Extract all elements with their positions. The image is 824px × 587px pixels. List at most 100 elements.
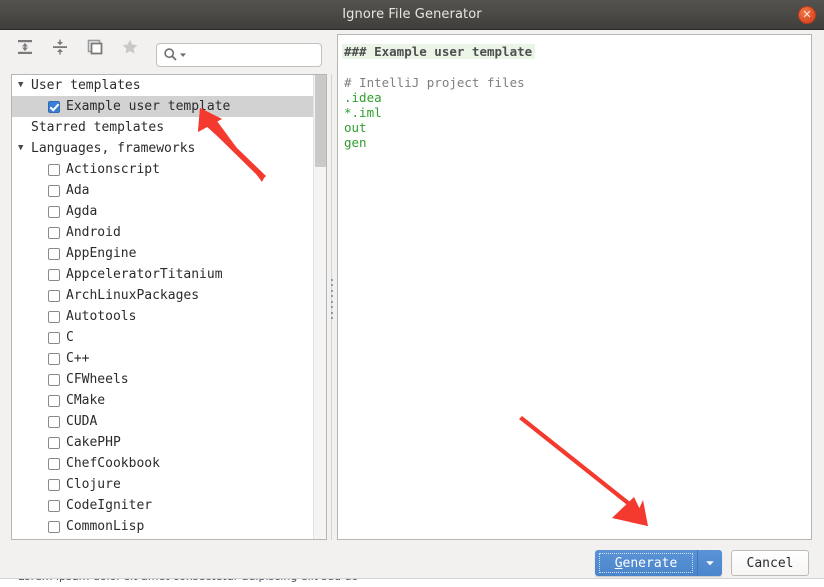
- tree-scrollbar-thumb[interactable]: [315, 75, 326, 167]
- collapse-all-icon[interactable]: [49, 36, 71, 58]
- preview-line: [342, 60, 811, 75]
- tree-item-label: Actionscript: [66, 162, 160, 177]
- tree-item[interactable]: Agda: [12, 201, 314, 222]
- tree-item[interactable]: Actionscript: [12, 159, 314, 180]
- template-checkbox[interactable]: [48, 268, 60, 281]
- tree-item-label: ArchLinuxPackages: [66, 288, 200, 303]
- twisty-placeholder: ▶: [18, 117, 31, 138]
- preview-line: out: [344, 120, 367, 135]
- tree-item-label: CUDA: [66, 414, 98, 429]
- tree-item[interactable]: Android: [12, 222, 314, 243]
- generate-button-group: Generate: [595, 550, 722, 576]
- template-checkbox[interactable]: [48, 247, 60, 260]
- template-checkbox[interactable]: [48, 226, 60, 239]
- template-checkbox[interactable]: [48, 352, 60, 365]
- template-checkbox[interactable]: [48, 184, 60, 197]
- chevron-down-icon: [706, 561, 714, 566]
- tree-item[interactable]: AppEngine: [12, 243, 314, 264]
- close-icon[interactable]: ✕: [798, 6, 816, 24]
- expand-all-icon[interactable]: [14, 36, 36, 58]
- template-checkbox[interactable]: [48, 520, 60, 533]
- preview-line: ### Example user template: [342, 44, 536, 59]
- template-checkbox[interactable]: [48, 478, 60, 491]
- star-icon[interactable]: [119, 36, 141, 58]
- tree-item-label: Clojure: [66, 477, 121, 492]
- template-checkbox[interactable]: [48, 457, 60, 470]
- tree-item[interactable]: C: [12, 327, 314, 348]
- template-checkbox[interactable]: [48, 436, 60, 449]
- tree-item[interactable]: CUDA: [12, 411, 314, 432]
- template-checkbox[interactable]: [48, 163, 60, 176]
- tree-item[interactable]: Autotools: [12, 306, 314, 327]
- tree-group-label: Starred templates: [31, 120, 165, 135]
- title-bar: Ignore File Generator ✕: [0, 0, 824, 30]
- ignore-file-generator-dialog: Ignore File Generator ✕ ▼ User templates…: [0, 0, 824, 587]
- generate-mnemonic: G: [614, 555, 623, 571]
- tree-group-user-templates[interactable]: ▼ User templates: [12, 75, 314, 96]
- template-checkbox[interactable]: [48, 373, 60, 386]
- tree-group-languages-frameworks[interactable]: ▼ Languages, frameworks: [12, 138, 314, 159]
- template-checkbox[interactable]: [48, 499, 60, 512]
- chevron-down-icon[interactable]: ▼: [18, 75, 31, 96]
- tree-item[interactable]: CMake: [12, 390, 314, 411]
- generate-button[interactable]: Generate: [595, 550, 697, 576]
- preview-line: gen: [344, 135, 367, 150]
- preview-line: *.iml: [344, 105, 382, 120]
- tree-group-label: User templates: [31, 78, 141, 93]
- template-checkbox[interactable]: [48, 310, 60, 323]
- template-checkbox[interactable]: [48, 205, 60, 218]
- template-tree[interactable]: ▼User templatesExample user template▶Sta…: [12, 75, 314, 539]
- preview-line: .idea: [344, 90, 382, 105]
- generate-dropdown-button[interactable]: [697, 550, 722, 576]
- tree-item[interactable]: CFWheels: [12, 369, 314, 390]
- tree-item[interactable]: AppceleratorTitanium: [12, 264, 314, 285]
- background-window-clipped-text: Lorem ipsum dolor sit amet consectetur a…: [18, 579, 358, 583]
- tree-item[interactable]: Clojure: [12, 474, 314, 495]
- preview-line: # IntelliJ project files: [344, 75, 525, 90]
- template-checkbox[interactable]: [48, 331, 60, 344]
- tree-item[interactable]: ArchLinuxPackages: [12, 285, 314, 306]
- tree-item-label: Ada: [66, 183, 90, 198]
- splitter-grip: [329, 279, 334, 319]
- tree-item-label: CommonLisp: [66, 519, 145, 534]
- search-input[interactable]: [186, 46, 320, 66]
- tree-item[interactable]: Ada: [12, 180, 314, 201]
- generate-button-label: Generate: [615, 556, 678, 571]
- pane-splitter[interactable]: [328, 74, 336, 540]
- cancel-button[interactable]: Cancel: [731, 550, 809, 576]
- dialog-button-bar: Generate Cancel: [0, 546, 824, 580]
- template-checkbox[interactable]: [48, 100, 60, 113]
- toolbar-icon-group: [14, 36, 141, 58]
- search-box[interactable]: [156, 43, 322, 67]
- tree-group-label: Languages, frameworks: [31, 141, 196, 156]
- window-title: Ignore File Generator: [342, 7, 482, 22]
- tree-item-label: Example user template: [66, 99, 231, 114]
- tree-item-label: C++: [66, 351, 90, 366]
- tree-item-label: Autotools: [66, 309, 137, 324]
- tree-item-label: ChefCookbook: [66, 456, 160, 471]
- tree-item[interactable]: Example user template: [12, 96, 314, 117]
- tree-item[interactable]: CommonLisp: [12, 516, 314, 537]
- template-checkbox[interactable]: [48, 415, 60, 428]
- tree-item-label: AppceleratorTitanium: [66, 267, 223, 282]
- template-tree-panel: ▼User templatesExample user template▶Sta…: [11, 74, 327, 540]
- tree-item-label: CMake: [66, 393, 106, 408]
- chevron-down-icon[interactable]: ▼: [18, 138, 31, 159]
- tree-item[interactable]: ChefCookbook: [12, 453, 314, 474]
- template-checkbox[interactable]: [48, 289, 60, 302]
- preview-content: ### Example user template # IntelliJ pro…: [342, 41, 811, 150]
- template-preview-pane[interactable]: ### Example user template # IntelliJ pro…: [337, 34, 812, 540]
- tree-item-label: AppEngine: [66, 246, 137, 261]
- tree-item-label: Android: [66, 225, 121, 240]
- tree-item[interactable]: CakePHP: [12, 432, 314, 453]
- search-icon: [163, 47, 187, 62]
- tree-scrollbar[interactable]: [313, 75, 326, 539]
- tree-group-starred-templates[interactable]: ▶Starred templates: [12, 117, 314, 138]
- template-checkbox[interactable]: [48, 394, 60, 407]
- tree-item-label: CakePHP: [66, 435, 121, 450]
- generate-rest: enerate: [622, 555, 678, 571]
- select-all-icon[interactable]: [84, 36, 106, 58]
- tree-item-label: Agda: [66, 204, 98, 219]
- tree-item[interactable]: C++: [12, 348, 314, 369]
- tree-item[interactable]: CodeIgniter: [12, 495, 314, 516]
